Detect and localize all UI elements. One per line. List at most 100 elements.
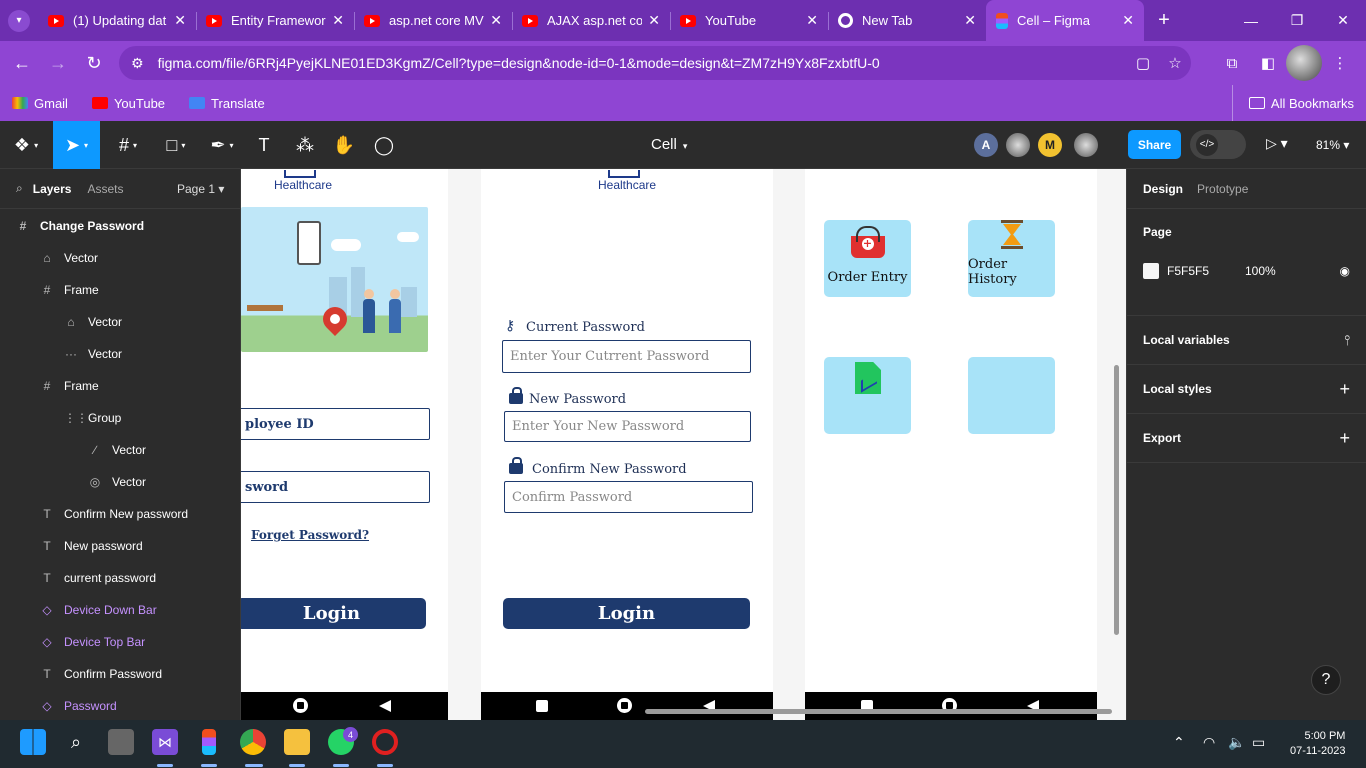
layer-item[interactable]: # Change Password bbox=[0, 210, 240, 242]
confirm-password-input[interactable]: Confirm Password bbox=[504, 481, 753, 513]
login-frame[interactable]: Healthcare ployee ID sword Forget Passwo… bbox=[241, 169, 448, 720]
help-button[interactable]: ? bbox=[1311, 665, 1341, 695]
present-button[interactable]: ▷ ▾ bbox=[1266, 135, 1288, 152]
system-clock[interactable]: 5:00 PM 07-11-2023 bbox=[1290, 729, 1345, 759]
browser-tab[interactable]: YouTube ✕ bbox=[670, 0, 828, 41]
page-color-row[interactable]: F5F5F5 100% ◉ bbox=[1143, 263, 1350, 279]
local-variables-section[interactable]: Local variables ⫯ bbox=[1127, 316, 1366, 365]
browser-tab[interactable]: New Tab ✕ bbox=[828, 0, 986, 41]
forward-icon[interactable]: → bbox=[40, 45, 76, 81]
text-tool-button[interactable]: T bbox=[250, 121, 278, 169]
local-styles-section[interactable]: Local styles + bbox=[1127, 365, 1366, 414]
bookmark-translate[interactable]: Translate bbox=[189, 96, 265, 111]
minimize-icon[interactable]: — bbox=[1228, 0, 1274, 41]
reload-icon[interactable]: ↻ bbox=[76, 45, 112, 81]
vertical-scrollbar[interactable] bbox=[1114, 365, 1119, 635]
horizontal-scrollbar[interactable] bbox=[645, 709, 1112, 714]
browser-tab[interactable]: Entity Framewor ✕ bbox=[196, 0, 354, 41]
close-icon[interactable]: ✕ bbox=[806, 12, 818, 29]
figma-menu-button[interactable]: ❖ ▾ bbox=[8, 121, 44, 169]
file-explorer-icon[interactable] bbox=[284, 729, 310, 755]
url-text[interactable]: figma.com/file/6RRj4PyejKLNE01ED3KgmZ/Ce… bbox=[158, 55, 1127, 71]
share-button[interactable]: Share bbox=[1128, 130, 1181, 159]
browser-tab-active[interactable]: Cell – Figma ✕ bbox=[986, 0, 1144, 41]
close-icon[interactable]: ✕ bbox=[174, 12, 186, 29]
employee-id-input[interactable]: ployee ID bbox=[241, 408, 430, 440]
back-icon[interactable]: ← bbox=[4, 45, 40, 81]
avatar[interactable] bbox=[1074, 133, 1098, 157]
login-button[interactable]: Login bbox=[503, 598, 750, 629]
layer-item[interactable]: ◇ Password bbox=[0, 690, 240, 722]
empty-tile[interactable] bbox=[968, 357, 1055, 434]
plus-icon[interactable]: + bbox=[1339, 428, 1350, 449]
wifi-icon[interactable]: ◠ bbox=[1203, 734, 1215, 751]
layer-item[interactable]: Tcurrent password bbox=[0, 562, 240, 594]
extensions-icon[interactable]: ⧉ bbox=[1214, 45, 1250, 81]
comment-tool-button[interactable]: ◯ bbox=[370, 121, 398, 169]
order-entry-tile[interactable]: Order Entry bbox=[824, 220, 911, 297]
chrome-icon[interactable] bbox=[240, 729, 266, 755]
zoom-menu[interactable]: 81% ▾ bbox=[1316, 138, 1349, 152]
dev-mode-toggle[interactable]: </> bbox=[1190, 130, 1246, 159]
file-title-menu[interactable]: Cell ▾ bbox=[651, 136, 687, 153]
site-info-icon[interactable]: ⚙ bbox=[131, 55, 144, 72]
export-section[interactable]: Export + bbox=[1127, 414, 1366, 463]
avatar[interactable] bbox=[1006, 133, 1030, 157]
tab-prototype[interactable]: Prototype bbox=[1197, 182, 1248, 196]
new-tab-button[interactable]: + bbox=[1144, 0, 1184, 41]
battery-icon[interactable]: ▭ bbox=[1252, 734, 1265, 751]
tab-search-button[interactable]: ▾ bbox=[0, 0, 38, 41]
bookmark-gmail[interactable]: Gmail bbox=[12, 96, 68, 111]
close-window-icon[interactable]: ✕ bbox=[1320, 0, 1366, 41]
color-swatch[interactable] bbox=[1143, 263, 1159, 279]
avatar[interactable]: A bbox=[974, 133, 998, 157]
frame-tool-button[interactable]: # ▾ bbox=[108, 121, 148, 169]
tab-design[interactable]: Design bbox=[1143, 182, 1183, 196]
close-icon[interactable]: ✕ bbox=[332, 12, 344, 29]
color-hex-value[interactable]: F5F5F5 bbox=[1167, 264, 1245, 278]
design-canvas[interactable]: Healthcare ployee ID sword Forget Passwo… bbox=[241, 169, 1126, 720]
search-icon[interactable]: ⌕ bbox=[16, 181, 23, 196]
close-icon[interactable]: ✕ bbox=[490, 12, 502, 29]
all-bookmarks-button[interactable]: All Bookmarks bbox=[1231, 85, 1354, 121]
browser-tab[interactable]: AJAX asp.net co ✕ bbox=[512, 0, 670, 41]
report-tile[interactable] bbox=[824, 357, 911, 434]
sidepanel-icon[interactable]: ◧ bbox=[1250, 45, 1286, 81]
order-history-tile[interactable]: Order History bbox=[968, 220, 1055, 297]
layer-item[interactable]: # Frame bbox=[0, 370, 240, 402]
tab-assets[interactable]: Assets bbox=[87, 182, 123, 196]
layer-item[interactable]: # Frame bbox=[0, 274, 240, 306]
chevron-up-icon[interactable]: ⌃ bbox=[1173, 734, 1185, 751]
profile-avatar[interactable] bbox=[1286, 45, 1322, 81]
layer-item[interactable]: ⋮⋮ Group bbox=[0, 402, 240, 434]
menu-dots-icon[interactable]: ⋮ bbox=[1322, 45, 1358, 81]
browser-tab[interactable]: asp.net core MV ✕ bbox=[354, 0, 512, 41]
layer-item[interactable]: ◎ Vector bbox=[0, 466, 240, 498]
search-icon[interactable]: ⌕ bbox=[63, 729, 89, 755]
layer-item[interactable]: ◇ Device Down Bar bbox=[0, 594, 240, 626]
avatar[interactable]: M bbox=[1038, 133, 1062, 157]
change-password-frame[interactable]: Healthcare ⚷ Current Password Enter Your… bbox=[481, 169, 773, 720]
layer-item[interactable]: ⌂ Vector bbox=[0, 242, 240, 274]
layer-item[interactable]: T Confirm New password bbox=[0, 498, 240, 530]
tab-layers[interactable]: Layers bbox=[33, 182, 72, 196]
task-view-icon[interactable] bbox=[108, 729, 134, 755]
pen-tool-button[interactable]: ✒ ▾ bbox=[202, 121, 242, 169]
restore-icon[interactable]: ❐ bbox=[1274, 0, 1320, 41]
new-password-input[interactable]: Enter Your New Password bbox=[504, 411, 751, 442]
menu-frame[interactable]: Order Entry Order History bbox=[805, 169, 1097, 720]
layer-item[interactable]: ⌂ Vector bbox=[0, 306, 240, 338]
plus-icon[interactable]: + bbox=[1339, 379, 1350, 400]
browser-tab[interactable]: (1) Updating dat ✕ bbox=[38, 0, 196, 41]
current-password-input[interactable]: Enter Your Cutrrent Password bbox=[502, 340, 751, 373]
close-icon[interactable]: ✕ bbox=[1122, 12, 1134, 29]
layer-item[interactable]: ··· Vector bbox=[0, 338, 240, 370]
bookmark-youtube[interactable]: YouTube bbox=[91, 96, 165, 111]
login-button[interactable]: Login bbox=[241, 598, 426, 629]
resources-tool-button[interactable]: ⁂ bbox=[290, 121, 320, 169]
page-selector[interactable]: Page 1 ▾ bbox=[177, 182, 224, 196]
figma-icon[interactable] bbox=[202, 729, 216, 755]
opera-icon[interactable] bbox=[372, 729, 398, 755]
shape-tool-button[interactable]: □ ▾ bbox=[156, 121, 196, 169]
layer-item[interactable]: ∕ Vector bbox=[0, 434, 240, 466]
